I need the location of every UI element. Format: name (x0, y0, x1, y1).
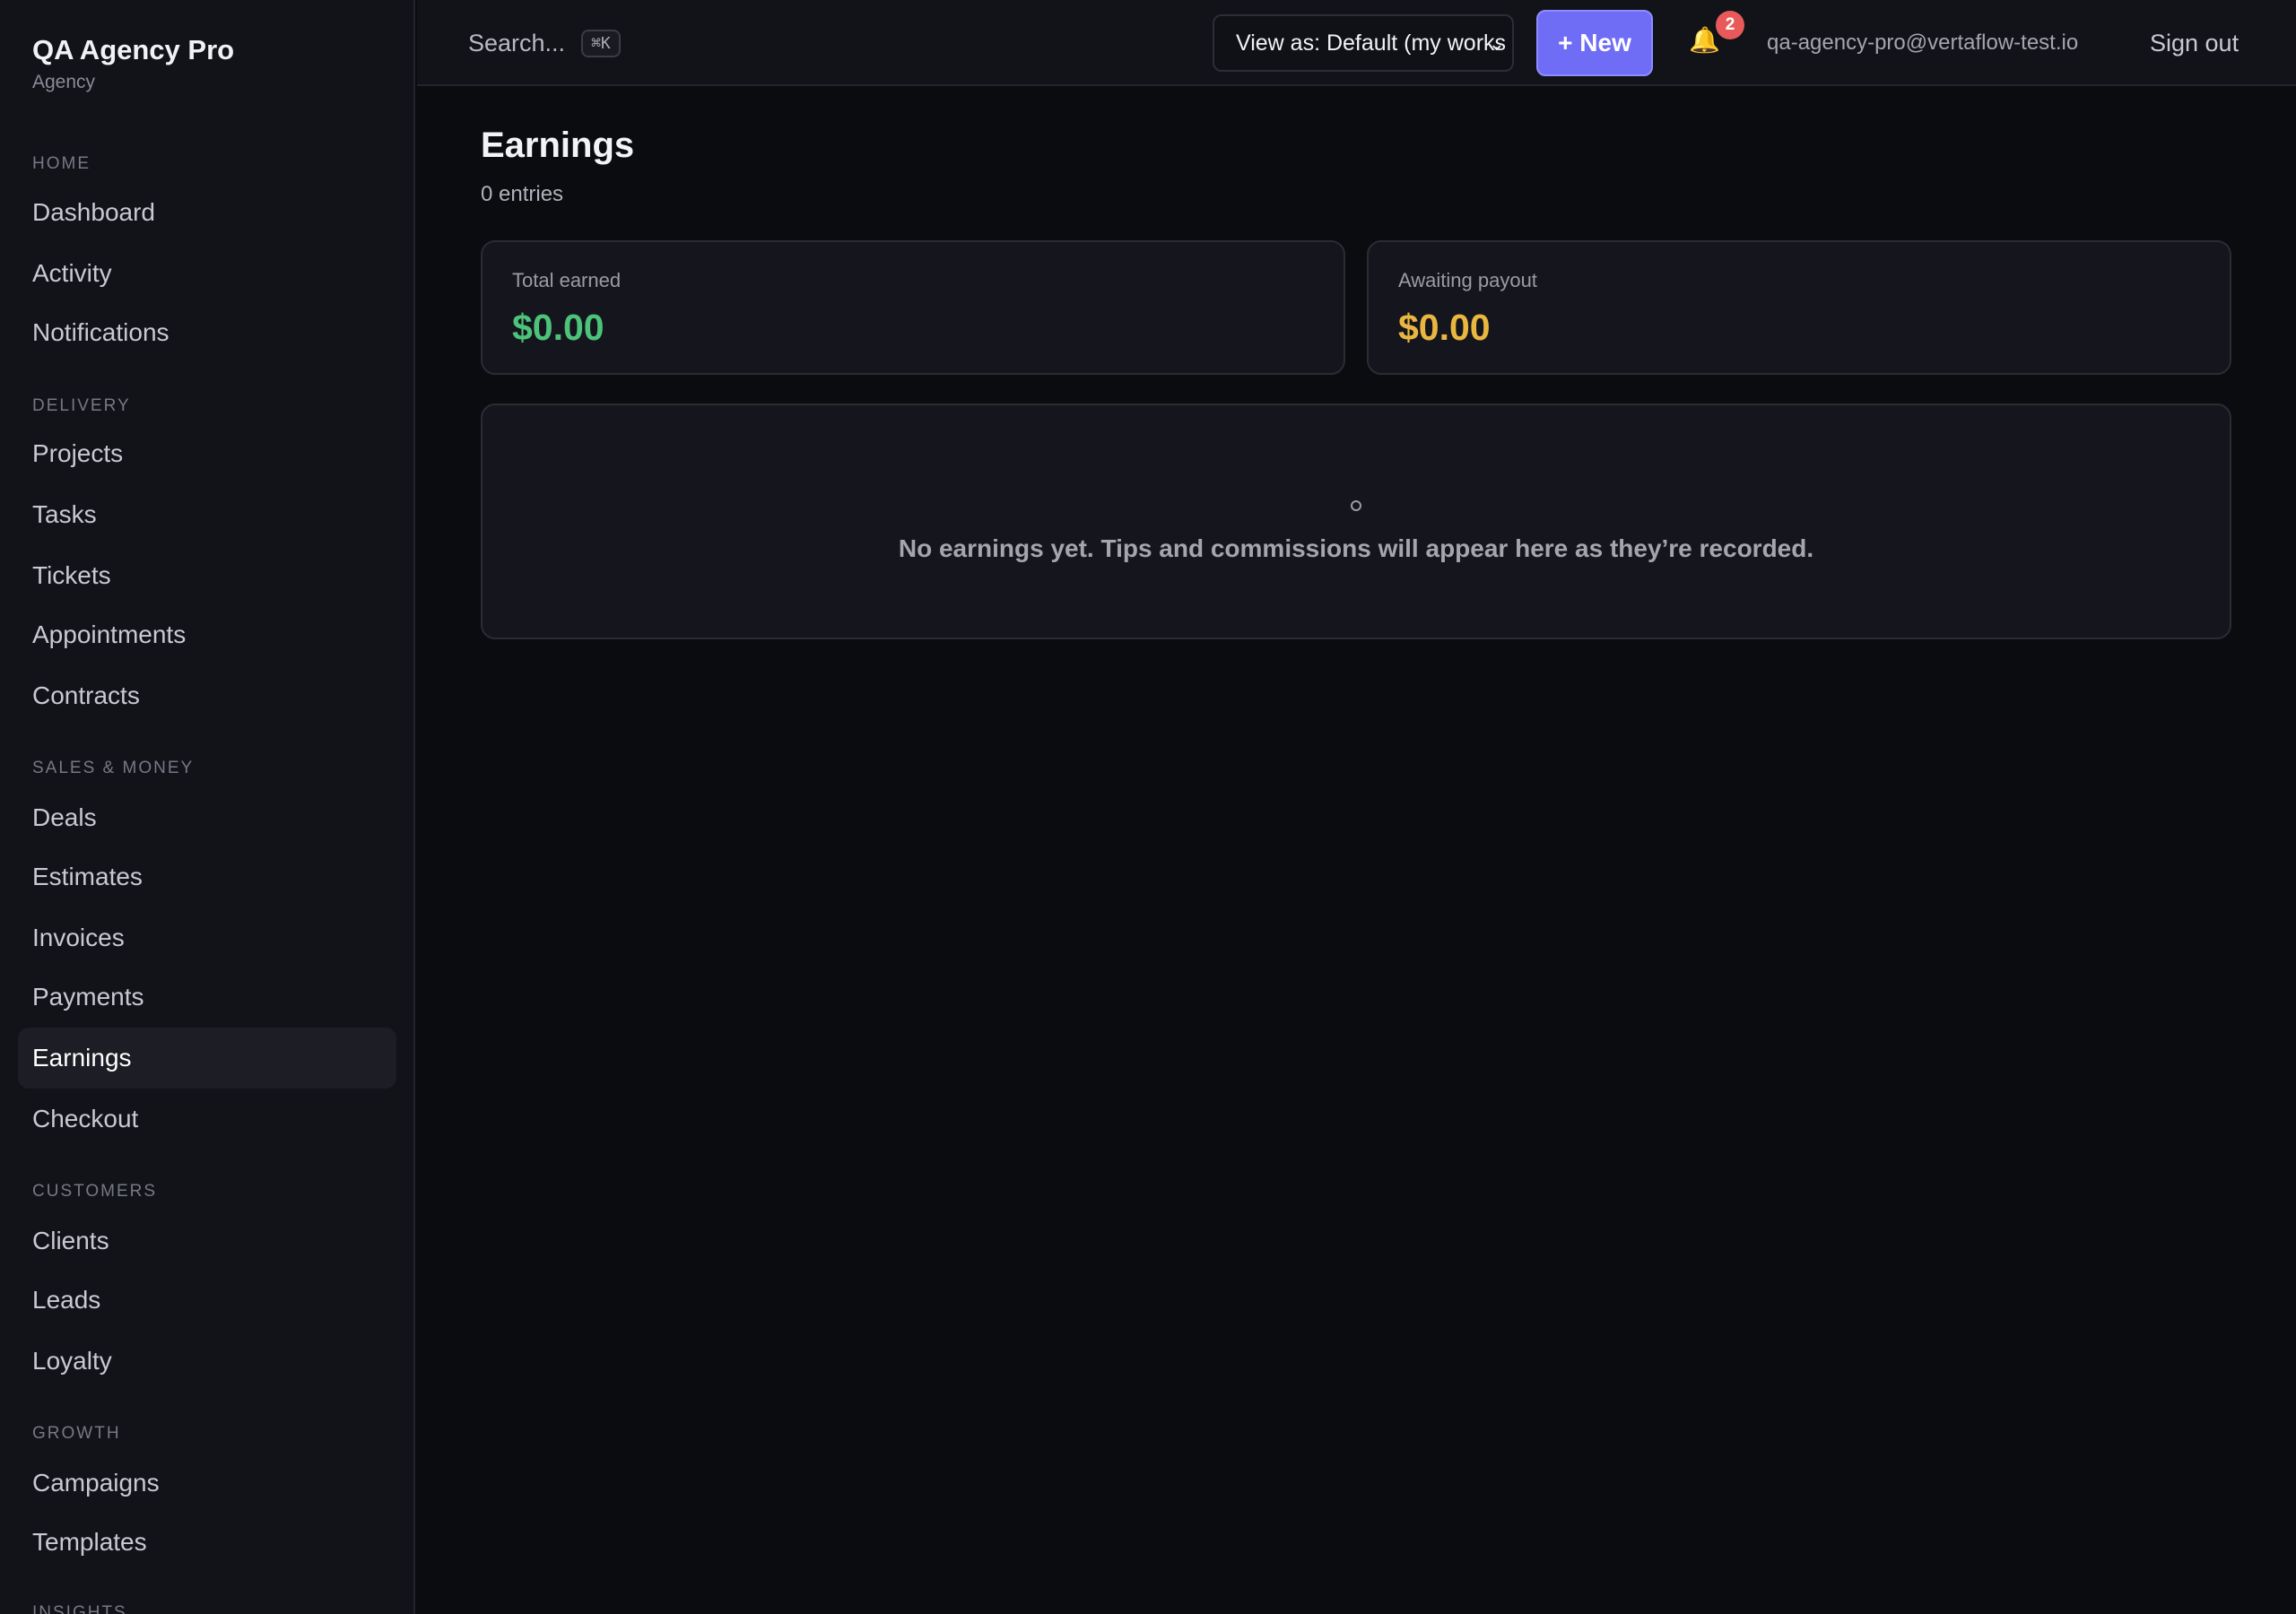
sidebar-item-deals[interactable]: Deals (18, 787, 396, 848)
empty-state-message: No earnings yet. Tips and commissions wi… (898, 534, 1814, 562)
sidebar-item-earnings[interactable]: Earnings (18, 1028, 396, 1089)
sidebar-item-templates[interactable]: Templates (18, 1512, 396, 1573)
section-label-insights: INSIGHTS (32, 1603, 127, 1614)
brand: QA Agency Pro Agency (32, 32, 234, 93)
sidebar-item-estimates[interactable]: Estimates (18, 846, 396, 907)
brand-subtitle: Agency (32, 72, 96, 92)
section-label-sales-money: SALES & MONEY (32, 759, 195, 777)
chevron-down-icon: ⌄ (1488, 32, 1505, 55)
sidebar-item-tickets[interactable]: Tickets (18, 545, 396, 606)
sidebar-item-checkout[interactable]: Checkout (18, 1089, 396, 1150)
sidebar-item-activity[interactable]: Activity (18, 243, 396, 304)
stat-label: Awaiting payout (1398, 269, 1537, 291)
section-label-home: HOME (32, 154, 91, 173)
sidebar-item-tasks[interactable]: Tasks (18, 484, 396, 545)
sidebar-item-invoices[interactable]: Invoices (18, 907, 396, 968)
notification-count-badge: 2 (1716, 11, 1744, 39)
section-label-delivery: DELIVERY (32, 396, 131, 415)
search-label: Search... (468, 29, 566, 56)
sidebar-item-projects[interactable]: Projects (18, 423, 396, 484)
sidebar-item-notifications[interactable]: Notifications (18, 302, 396, 363)
sidebar-item-payments[interactable]: Payments (18, 967, 396, 1028)
sign-out-button[interactable]: Sign out (2150, 0, 2239, 86)
page-title: Earnings (481, 126, 635, 165)
empty-state-icon (1351, 500, 1361, 511)
sidebar-item-appointments[interactable]: Appointments (18, 604, 396, 665)
sidebar-item-dashboard[interactable]: Dashboard (18, 182, 396, 243)
topbar: Search... ⌘K View as: Default (my works … (417, 0, 2296, 86)
sidebar: QA Agency Pro Agency HOME Dashboard Acti… (0, 0, 415, 1614)
stat-card-awaiting-payout: Awaiting payout $0.00 (1367, 240, 2231, 375)
bell-icon[interactable]: 🔔 (1689, 25, 1720, 55)
section-label-customers: CUSTOMERS (32, 1182, 158, 1201)
search-shortcut-badge: ⌘K (581, 29, 621, 57)
stat-label: Total earned (512, 269, 622, 291)
stat-card-total-earned: Total earned $0.00 (481, 240, 1345, 375)
empty-state-card: No earnings yet. Tips and commissions wi… (481, 404, 2231, 639)
search-trigger[interactable]: Search... ⌘K (468, 0, 621, 86)
sidebar-item-clients[interactable]: Clients (18, 1210, 396, 1271)
user-email: qa-agency-pro@vertaflow-test.io (1767, 30, 2079, 55)
brand-title: QA Agency Pro (32, 34, 235, 65)
view-as-select[interactable]: View as: Default (my works ⌄ (1213, 14, 1514, 72)
sidebar-item-campaigns[interactable]: Campaigns (18, 1453, 396, 1514)
sidebar-item-leads[interactable]: Leads (18, 1270, 396, 1331)
section-label-growth: GROWTH (32, 1424, 121, 1443)
sidebar-item-contracts[interactable]: Contracts (18, 665, 396, 726)
new-button[interactable]: + New (1536, 10, 1653, 76)
sidebar-item-loyalty[interactable]: Loyalty (18, 1331, 396, 1392)
stat-value: $0.00 (512, 307, 604, 348)
stat-value: $0.00 (1398, 307, 1491, 348)
entries-count: 0 entries (481, 182, 564, 206)
view-as-value: View as: Default (my works (1236, 30, 1507, 56)
